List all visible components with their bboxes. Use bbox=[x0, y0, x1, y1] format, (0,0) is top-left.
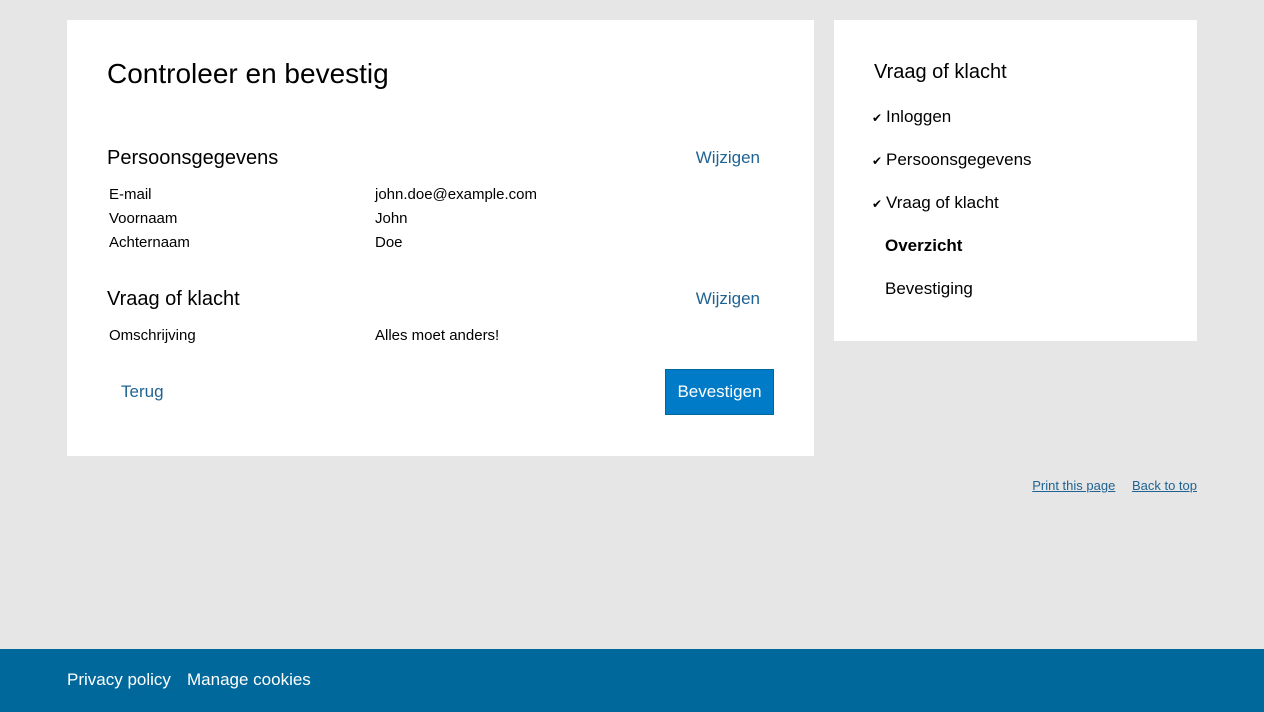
step-bevestiging: Bevestiging bbox=[872, 276, 1032, 319]
email-value: john.doe@example.com bbox=[375, 186, 537, 203]
last-name-value: Doe bbox=[375, 234, 403, 251]
step-label: Inloggen bbox=[886, 107, 952, 126]
question-complaint-heading: Vraag of klacht bbox=[107, 288, 240, 310]
step-label: Vraag of klacht bbox=[886, 193, 999, 212]
edit-personal-details-link[interactable]: Wijzigen bbox=[696, 146, 760, 170]
progress-steps: ✔ Inloggen ✔ Persoonsgegevens ✔ Vraag of kl… bbox=[872, 104, 1032, 319]
back-to-top-link[interactable]: Back to top bbox=[1132, 478, 1197, 493]
checkmark-icon: ✔ bbox=[872, 197, 883, 211]
personal-details-heading: Persoonsgegevens bbox=[107, 147, 279, 169]
first-name-label: Voornaam bbox=[109, 210, 178, 227]
step-vraag-of-klacht: ✔ Vraag of klacht bbox=[872, 190, 1032, 233]
progress-title: Vraag of klacht bbox=[874, 61, 1007, 83]
description-value: Alles moet anders! bbox=[375, 327, 500, 344]
step-inloggen: ✔ Inloggen bbox=[872, 104, 1032, 147]
privacy-policy-link[interactable]: Privacy policy bbox=[67, 669, 171, 691]
step-label: Overzicht bbox=[885, 236, 963, 255]
review-card: Controleer en bevestig Persoonsgegevens … bbox=[67, 20, 814, 456]
progress-panel: Vraag of klacht ✔ Inloggen ✔ Persoonsgegev… bbox=[834, 20, 1197, 341]
utility-links: Print this page Back to top bbox=[1019, 477, 1197, 495]
checkmark-icon: ✔ bbox=[872, 111, 883, 125]
step-overzicht: Overzicht bbox=[872, 233, 1032, 276]
last-name-label: Achternaam bbox=[109, 234, 190, 251]
confirm-button[interactable]: Bevestigen bbox=[665, 369, 774, 415]
back-link[interactable]: Terug bbox=[121, 379, 164, 405]
page-title: Controleer en bevestig bbox=[107, 58, 389, 89]
description-label: Omschrijving bbox=[109, 327, 196, 344]
step-persoonsgegevens: ✔ Persoonsgegevens bbox=[872, 147, 1032, 190]
email-label: E-mail bbox=[109, 186, 152, 203]
footer: Privacy policy Manage cookies bbox=[0, 649, 1264, 712]
checkmark-icon: ✔ bbox=[872, 154, 883, 168]
step-label: Persoonsgegevens bbox=[886, 150, 1032, 169]
edit-question-complaint-link[interactable]: Wijzigen bbox=[696, 287, 760, 311]
manage-cookies-link[interactable]: Manage cookies bbox=[187, 669, 311, 691]
first-name-value: John bbox=[375, 210, 408, 227]
print-page-link[interactable]: Print this page bbox=[1032, 478, 1115, 493]
step-label: Bevestiging bbox=[885, 279, 973, 298]
